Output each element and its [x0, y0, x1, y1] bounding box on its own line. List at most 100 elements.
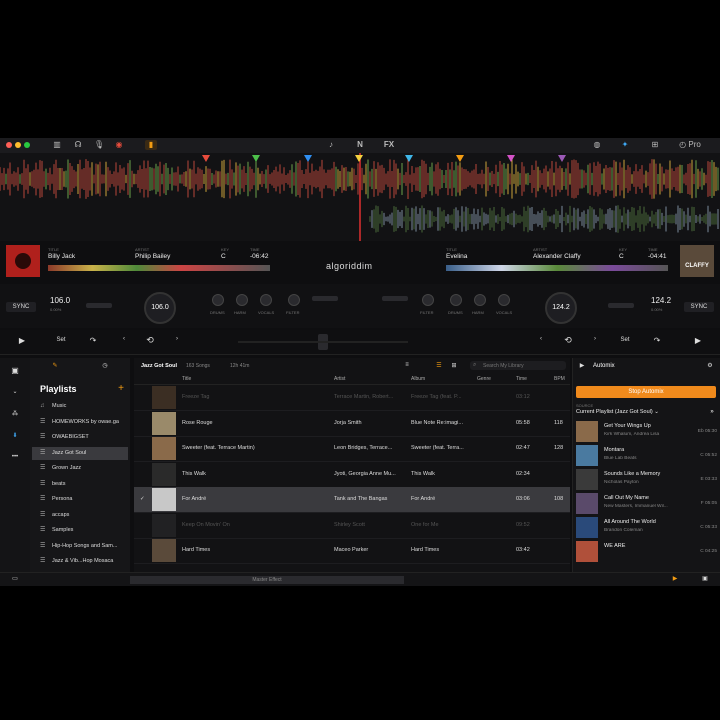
maximize-button[interactable] [24, 142, 30, 148]
header-title[interactable]: Title [182, 376, 191, 382]
close-button[interactable] [6, 142, 12, 148]
grid-icon[interactable]: ▥ [52, 140, 62, 150]
deck-right-cue-icon[interactable]: ↷ [652, 336, 662, 345]
automix-queue-item[interactable]: Call Out My Name New Masters, Immanuel Wi… [573, 492, 720, 515]
deck-left-sync-button[interactable]: SYNC [6, 302, 36, 312]
table-row[interactable]: This Walk Jyoti, Georgia Anne Mu... This W… [134, 462, 570, 488]
record-icon[interactable]: ◉ [114, 140, 124, 150]
cue-marker[interactable] [405, 155, 413, 162]
waveform-svg[interactable] [0, 153, 720, 241]
eq-knob[interactable] [422, 294, 434, 306]
microphone-icon[interactable]: 🎙 [94, 140, 104, 150]
table-row[interactable]: Hard Times Maceo Parker Hard Times 03:42 [134, 538, 570, 564]
eq-knob[interactable] [450, 294, 462, 306]
network-icon[interactable]: ✦ [620, 140, 630, 150]
minimize-button[interactable] [15, 142, 21, 148]
chevron-down-icon[interactable]: ⌄ [9, 388, 21, 395]
lightbulb-icon[interactable]: ✎ [50, 362, 60, 369]
automix-queue-item[interactable]: Sounds Like a Memory Nicholas Payton E 03:… [573, 468, 720, 491]
automix-queue-item[interactable]: Montara Blue Lab Beats C 05:52 [573, 444, 720, 467]
automix-source-select[interactable]: Current Playlist (Jazz Got Soul) ⌄ [576, 409, 659, 415]
grid-view-icon[interactable]: ⊞ [449, 362, 459, 369]
globe-icon[interactable]: ◍ [592, 140, 602, 150]
cue-marker[interactable] [456, 155, 464, 162]
eq-knob[interactable] [288, 294, 300, 306]
master-effect-bar[interactable]: Master Effect [130, 576, 404, 584]
left-channel-fader[interactable] [312, 296, 338, 301]
header-genre[interactable]: Genre [477, 376, 491, 382]
sidebar-playlist-item[interactable]: ☰ Grown Jazz [32, 462, 128, 475]
sidebar-playlist-item[interactable]: ☰ OWAEBIGSET [32, 431, 128, 444]
cue-marker[interactable] [507, 155, 515, 162]
header-bpm[interactable]: BPM [554, 376, 565, 382]
artist-icon[interactable]: ♪ [326, 140, 336, 150]
deck-left-cue-icon[interactable]: ↷ [88, 336, 98, 345]
cue-marker[interactable] [252, 155, 260, 162]
table-row[interactable]: Sweeter (feat. Terrace Martin) Leon Bridg… [134, 436, 570, 462]
sidebar-playlist-item[interactable]: ☰ Jazz Got Soul [32, 446, 128, 460]
cue-marker[interactable] [304, 155, 312, 162]
history-icon[interactable]: ◷ [100, 362, 110, 369]
table-row[interactable]: Keep On Movin' On Shirley Scott One for Me… [134, 513, 570, 539]
right-channel-fader[interactable] [382, 296, 408, 301]
sidebar-playlist-item[interactable]: ☰ beats [32, 478, 128, 491]
skip-icon[interactable]: » [707, 409, 717, 415]
tidal-icon[interactable]: ⁂ [9, 410, 21, 417]
deck-left-loop-icon[interactable]: ⟲ [144, 335, 156, 346]
cue-marker[interactable] [558, 155, 566, 162]
deck-left-play-button[interactable]: ▶ [17, 336, 27, 345]
automix-queue-item[interactable]: All Around The World Brandon Coleman C 05:… [573, 516, 720, 539]
folder-icon[interactable]: ▮ [145, 140, 157, 150]
sidebar-playlist-item[interactable]: ♫ Music [32, 400, 128, 413]
sidebar-playlist-item[interactable]: ☰ accaps [32, 509, 128, 522]
crossfader-track[interactable] [238, 341, 408, 343]
settings-icon[interactable]: ⚙ [705, 362, 715, 369]
sidebar-playlist-item[interactable]: ☰ Jazz & Vib...Hop Mosaca [32, 555, 128, 568]
header-time[interactable]: Time [516, 376, 527, 382]
table-row[interactable]: Freeze Tag Terrace Martin, Robert... Freez… [134, 385, 570, 411]
deck-left-pitch-slider[interactable] [86, 303, 112, 308]
library-icon[interactable]: ▣ [9, 366, 21, 375]
eq-knob[interactable] [212, 294, 224, 306]
eq-knob[interactable] [236, 294, 248, 306]
table-row[interactable]: ✓ For André Tank and The Bangas For André 03… [134, 487, 570, 513]
window-icon[interactable]: ▣ [700, 575, 710, 582]
deck-left-overview[interactable] [48, 265, 270, 271]
automix-play-icon[interactable]: ▶ [670, 575, 680, 582]
sidebar-playlist-item[interactable]: ☰ HOMEWORKS by owae.ga [32, 416, 128, 429]
sidebar-playlist-item[interactable]: ☰ Samples [32, 524, 128, 537]
automix-queue-item[interactable]: WE ARE C 04:25 [573, 540, 720, 563]
table-row[interactable]: Rose Rouge Jorja Smith Blue Note Re:imagi.… [134, 411, 570, 437]
eq-knob[interactable] [260, 294, 272, 306]
deck-right-sync-button[interactable]: SYNC [684, 302, 714, 312]
add-playlist-button[interactable]: + [116, 383, 126, 394]
automix-queue-item[interactable]: Get Your Wings Up Kirk Whalum, Andréa Lis… [573, 420, 720, 443]
deck-right-set-button[interactable]: Set [616, 337, 634, 343]
fx-button[interactable]: FX [382, 140, 396, 150]
cue-marker[interactable] [355, 155, 363, 162]
list-view-icon[interactable]: ☰ [434, 362, 444, 369]
deck-right-prev-icon[interactable]: ‹ [537, 336, 545, 342]
deck-left-prev-icon[interactable]: ‹ [120, 336, 128, 342]
deck-right-key[interactable]: C [619, 253, 624, 260]
deck-left-set-button[interactable]: Set [52, 337, 70, 343]
deck-right-overview[interactable] [446, 265, 668, 271]
neural-mix-icon[interactable]: N [354, 140, 366, 150]
waveform-area[interactable] [0, 153, 720, 241]
deck-right-play-button[interactable]: ▶ [693, 336, 703, 345]
apps-icon[interactable]: ⊞ [650, 140, 660, 150]
eq-knob[interactable] [498, 294, 510, 306]
sidebar-playlist-item[interactable]: ☰ Hip-Hop Songs and Sam... [32, 540, 128, 553]
stop-automix-button[interactable]: Stop Automix [576, 386, 716, 398]
deck-left-key[interactable]: C [221, 253, 226, 260]
eq-knob[interactable] [474, 294, 486, 306]
download-icon[interactable]: ⬇ [9, 432, 21, 439]
pro-button[interactable]: ◴ Pro [678, 140, 702, 150]
deck-left-tempo-knob[interactable]: 106.0 [144, 292, 176, 324]
deck-right-next-icon[interactable]: › [591, 336, 599, 342]
screen-icon[interactable]: ▭ [9, 575, 21, 582]
header-artist[interactable]: Artist [334, 376, 345, 382]
deck-right-loop-icon[interactable]: ⟲ [562, 335, 574, 346]
deck-right-pitch-slider[interactable] [608, 303, 634, 308]
more-icon[interactable]: ••• [9, 454, 21, 460]
